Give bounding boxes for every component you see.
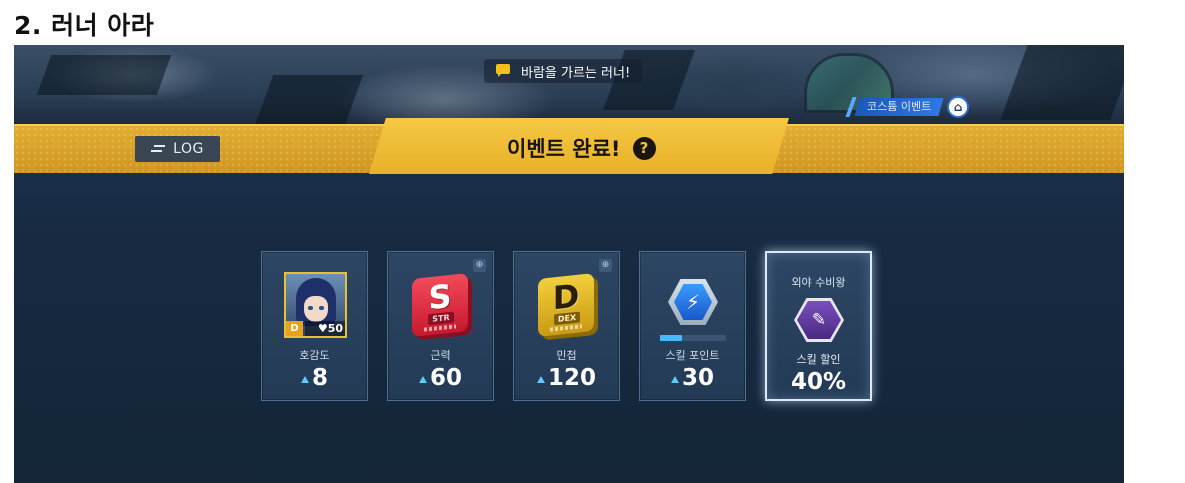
card-value-row: 120 (514, 365, 619, 391)
card-label: 스킬 할인 (796, 353, 841, 366)
zoom-icon[interactable]: ⊕ (473, 259, 486, 272)
up-arrow-icon (300, 375, 309, 383)
portrait-level: ♥50 (317, 322, 343, 335)
card-value-row: 40% (767, 369, 870, 395)
event-complete-title: 이벤트 완료! ? (507, 133, 656, 163)
hanger-icon: ⌂ (947, 96, 970, 118)
chat-icon (496, 64, 514, 78)
reward-card-dexterity[interactable]: ⊕ D DEX 민첩 120 (513, 251, 620, 401)
quest-text: 바람을 가르는 러너! (521, 65, 631, 81)
up-arrow-icon (536, 375, 545, 383)
card-value: 8 (311, 365, 328, 391)
card-label: 민첩 (556, 349, 577, 362)
card-label: 근력 (430, 349, 451, 362)
card-value-row: 30 (640, 365, 745, 391)
up-arrow-icon (418, 375, 427, 383)
gem-tag: STR (428, 311, 454, 326)
discount-title: 외야 수비왕 (791, 276, 846, 289)
log-label: LOG (173, 141, 204, 157)
page-title: 2. 러너 아라 (14, 11, 155, 40)
reward-card-skill-points[interactable]: ⚡ 스킬 포인트 30 (639, 251, 746, 401)
card-value: 40% (790, 369, 847, 395)
card-value: 60 (429, 365, 462, 391)
skill-progress-bar (660, 335, 726, 341)
card-value-row: 60 (388, 365, 493, 391)
character-portrait: D ♥50 (284, 272, 347, 338)
card-label: 호감도 (299, 349, 330, 362)
portrait-grade: D (286, 321, 303, 336)
reward-card-strength[interactable]: ⊕ S STR 근력 60 (387, 251, 494, 401)
help-icon[interactable]: ? (632, 136, 656, 160)
skill-progress-fill (660, 335, 682, 341)
gem-tag: DEX (554, 311, 580, 326)
log-icon (151, 144, 166, 154)
reward-card-affinity[interactable]: D ♥50 호감도 8 (261, 251, 368, 401)
quest-banner: 바람을 가르는 러너! (484, 59, 643, 83)
log-button[interactable]: LOG (135, 136, 220, 162)
costume-event-button[interactable]: 코스튬 이벤트 ⌂ (845, 96, 979, 118)
reward-card-skill-discount[interactable]: 외야 수비왕 ✎ 스킬 할인 40% (765, 251, 872, 401)
game-screen: 바람을 가르는 러너! 코스튬 이벤트 ⌂ LOG 이벤트 완료! ? D ♥5… (14, 45, 1124, 483)
str-gem-icon: S STR (412, 273, 468, 337)
up-arrow-icon (670, 375, 679, 383)
card-value: 30 (681, 365, 714, 391)
card-value-row: 8 (262, 365, 367, 391)
costume-event-label: 코스튬 이벤트 (867, 100, 932, 113)
card-value: 120 (547, 365, 596, 391)
event-title-text: 이벤트 완료! (507, 137, 621, 161)
gem-letter: S (428, 276, 452, 318)
card-label: 스킬 포인트 (665, 349, 720, 362)
gem-letter: D (552, 276, 580, 318)
dex-gem-icon: D DEX (538, 273, 594, 337)
zoom-icon[interactable]: ⊕ (599, 259, 612, 272)
